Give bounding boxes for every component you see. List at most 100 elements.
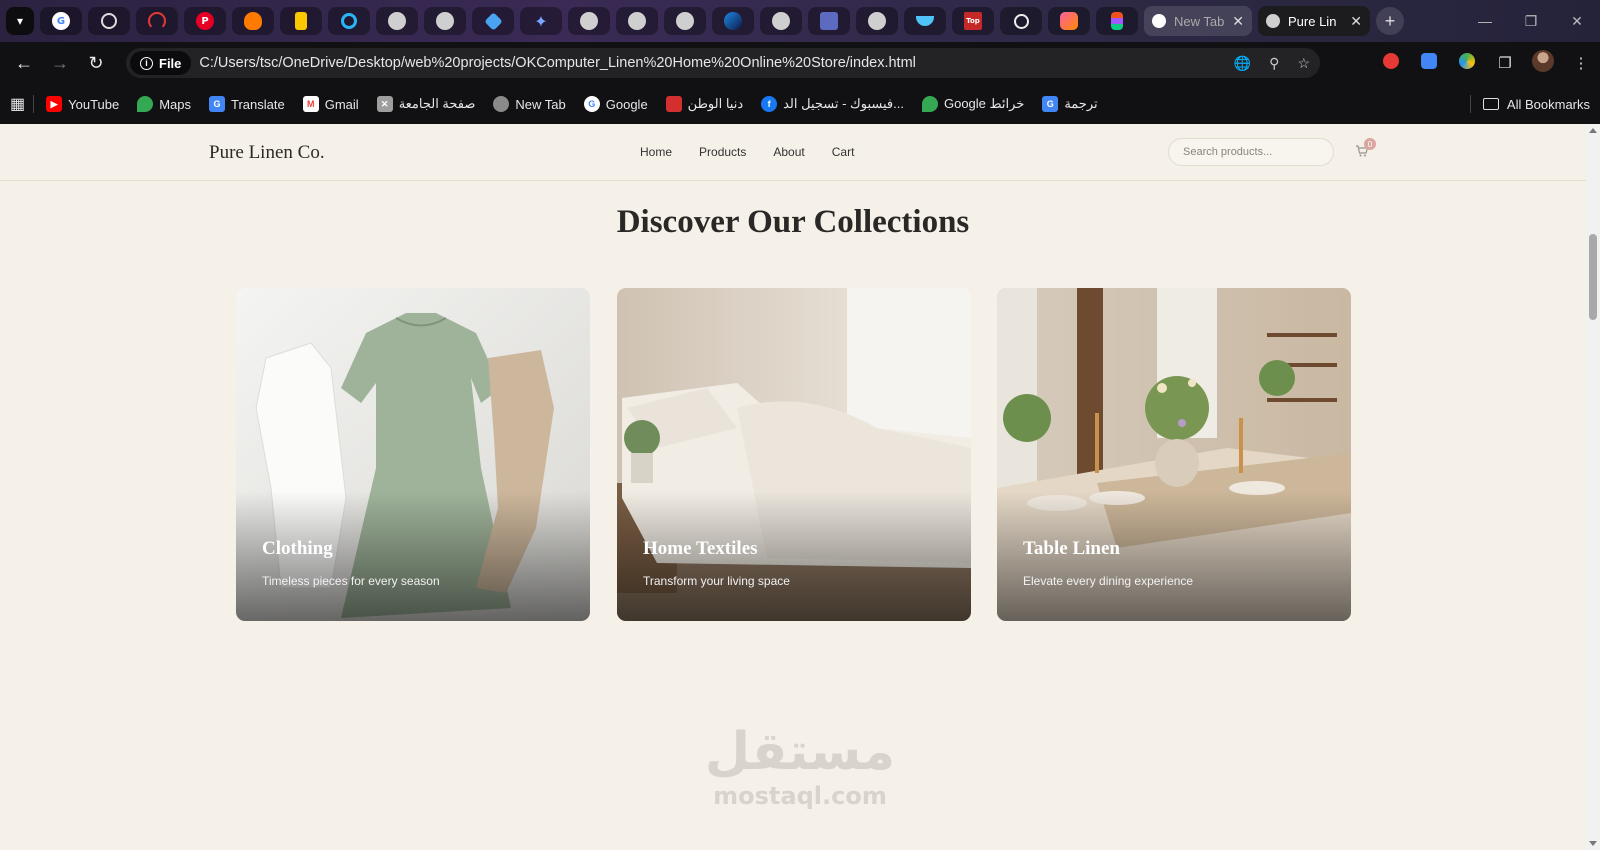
chevron-down-icon: ▾	[16, 14, 24, 28]
bookmark-university[interactable]: ✕ صفحة الجامعة	[376, 96, 475, 112]
cart-button[interactable]: 0	[1355, 138, 1376, 160]
translate-icon: G	[209, 96, 226, 112]
site-logo[interactable]: Pure Linen Co.	[209, 142, 325, 164]
bookmark-facebook[interactable]: f فيسبوك - تسجيل الد...	[761, 96, 904, 112]
pinned-tab[interactable]	[376, 7, 418, 35]
bookmark-google-maps-ar[interactable]: Google خرائط	[921, 96, 1024, 112]
bookmark-app-icon	[820, 12, 838, 30]
close-window-icon[interactable]: ✕	[1554, 13, 1600, 30]
openai-icon	[1013, 13, 1029, 29]
pinned-tab[interactable]: P	[184, 7, 226, 35]
bookmark-translate-ar[interactable]: G ترجمة	[1042, 96, 1098, 112]
bookmark-youtube[interactable]: ▶ YouTube	[46, 96, 119, 112]
scroll-down-arrow-icon[interactable]	[1589, 841, 1597, 846]
site-header: Pure Linen Co. Home Products About Cart …	[0, 124, 1586, 181]
bookmarks-bar: ▦ ▶ YouTube Maps G Translate M Gmail ✕ صفحة …	[0, 84, 1600, 124]
pinned-tab[interactable]: G	[40, 7, 82, 35]
bowl-icon	[916, 16, 934, 26]
pinned-tab[interactable]	[904, 7, 946, 35]
pinned-tab[interactable]	[1048, 7, 1090, 35]
translate-page-icon[interactable]: 🌐	[1234, 55, 1251, 72]
translate-extension-icon[interactable]	[1410, 53, 1448, 73]
gmail-icon: M	[302, 96, 319, 112]
collection-tagline: Elevate every dining experience	[1023, 574, 1194, 588]
pinned-tab[interactable]	[88, 7, 130, 35]
all-bookmarks-button[interactable]: All Bookmarks	[1466, 84, 1590, 124]
collection-tagline: Timeless pieces for every season	[262, 574, 440, 588]
pinned-tab[interactable]	[1096, 7, 1138, 35]
omnibox[interactable]: i File C:/Users/tsc/OneDrive/Desktop/web%…	[126, 48, 1320, 78]
forward-icon[interactable]: →	[42, 53, 78, 74]
pinned-tab[interactable]: ✦	[520, 7, 562, 35]
pinned-tab[interactable]	[1000, 7, 1042, 35]
extensions-puzzle-icon[interactable]: ❐	[1486, 54, 1524, 72]
scroll-up-arrow-icon[interactable]	[1589, 128, 1597, 133]
collection-name: Table Linen	[1023, 538, 1120, 559]
page-viewport: Pure Linen Co. Home Products About Cart …	[0, 124, 1586, 850]
watermark: مستقل mostaql.com	[700, 724, 900, 810]
pinned-tab[interactable]	[424, 7, 466, 35]
pinned-tab[interactable]	[856, 7, 898, 35]
profile-avatar[interactable]	[1524, 50, 1562, 76]
bookmark-news[interactable]: دنيا الوطن	[665, 96, 743, 112]
nav-home[interactable]: Home	[640, 145, 672, 159]
bookmark-google[interactable]: G Google	[583, 96, 648, 112]
bookmark-gmail[interactable]: M Gmail	[302, 96, 359, 112]
bookmark-star-icon[interactable]: ☆	[1297, 55, 1310, 72]
globe-icon	[436, 12, 454, 30]
pinned-tab[interactable]	[472, 7, 514, 35]
back-icon[interactable]: ←	[6, 53, 42, 74]
minimize-icon[interactable]: —	[1462, 13, 1508, 29]
ring-icon	[341, 13, 357, 29]
window-controls: — ❐ ✕	[1462, 0, 1600, 42]
maps-icon	[137, 96, 154, 112]
nav-about[interactable]: About	[773, 145, 804, 159]
pinned-tab[interactable]	[760, 7, 802, 35]
pinned-tab[interactable]	[136, 7, 178, 35]
pinned-tab[interactable]	[280, 7, 322, 35]
cloud-app-icon	[1060, 12, 1078, 30]
search-input[interactable]	[1168, 138, 1334, 166]
pinned-tab[interactable]: Top	[952, 7, 994, 35]
close-icon[interactable]: ✕	[1350, 13, 1362, 30]
url-text[interactable]: C:/Users/tsc/OneDrive/Desktop/web%20proj…	[199, 55, 915, 71]
tab-new-tab[interactable]: New Tab ✕	[1144, 6, 1252, 36]
pinned-tab[interactable]	[616, 7, 658, 35]
nav-cart[interactable]: Cart	[832, 145, 855, 159]
news-icon	[665, 96, 682, 112]
divider	[1469, 95, 1471, 113]
site-info-chip[interactable]: i File	[130, 51, 192, 75]
pinned-tab[interactable]	[712, 7, 754, 35]
adblock-extension-icon[interactable]	[1372, 53, 1410, 73]
pinned-tab[interactable]	[664, 7, 706, 35]
nav-products[interactable]: Products	[699, 145, 746, 159]
pinned-tab[interactable]	[232, 7, 274, 35]
page-scrollbar[interactable]	[1586, 124, 1600, 850]
bookmark-maps[interactable]: Maps	[137, 96, 191, 112]
scroll-thumb[interactable]	[1589, 234, 1597, 320]
pinned-tab[interactable]	[568, 7, 610, 35]
zoom-icon[interactable]: ⚲	[1269, 55, 1279, 72]
restore-icon[interactable]: ❐	[1508, 13, 1554, 30]
browser-tab-bar: ▾ G P ✦ Top New Tab ✕ Pure Lin ✕ + — ❐ ✕	[0, 0, 1600, 42]
bookmark-translate[interactable]: G Translate	[209, 96, 285, 112]
cart-count-badge: 0	[1364, 138, 1376, 150]
tab-search-button[interactable]: ▾	[6, 7, 34, 35]
moon-icon	[724, 12, 742, 30]
new-tab-button[interactable]: +	[1376, 7, 1404, 35]
bookmark-new-tab[interactable]: New Tab	[493, 96, 566, 112]
apps-grid-icon[interactable]: ▦	[10, 94, 25, 114]
reload-icon[interactable]: ↻	[78, 53, 114, 74]
collection-card-home-textiles[interactable]: Home Textiles Transform your living spac…	[617, 288, 971, 621]
pinned-tab[interactable]	[808, 7, 850, 35]
tab-pure-linen[interactable]: Pure Lin ✕	[1258, 6, 1370, 36]
collection-card-table-linen[interactable]: Table Linen Elevate every dining experie…	[997, 288, 1351, 621]
collection-name: Home Textiles	[643, 538, 758, 559]
menu-kebab-icon[interactable]: ⋮	[1562, 54, 1600, 72]
pinned-tab[interactable]	[328, 7, 370, 35]
collection-name: Clothing	[262, 538, 333, 559]
color-extension-icon[interactable]	[1448, 53, 1486, 73]
collection-card-clothing[interactable]: Clothing Timeless pieces for every seaso…	[236, 288, 590, 621]
tab-title: New Tab	[1174, 13, 1225, 29]
close-icon[interactable]: ✕	[1232, 13, 1244, 30]
